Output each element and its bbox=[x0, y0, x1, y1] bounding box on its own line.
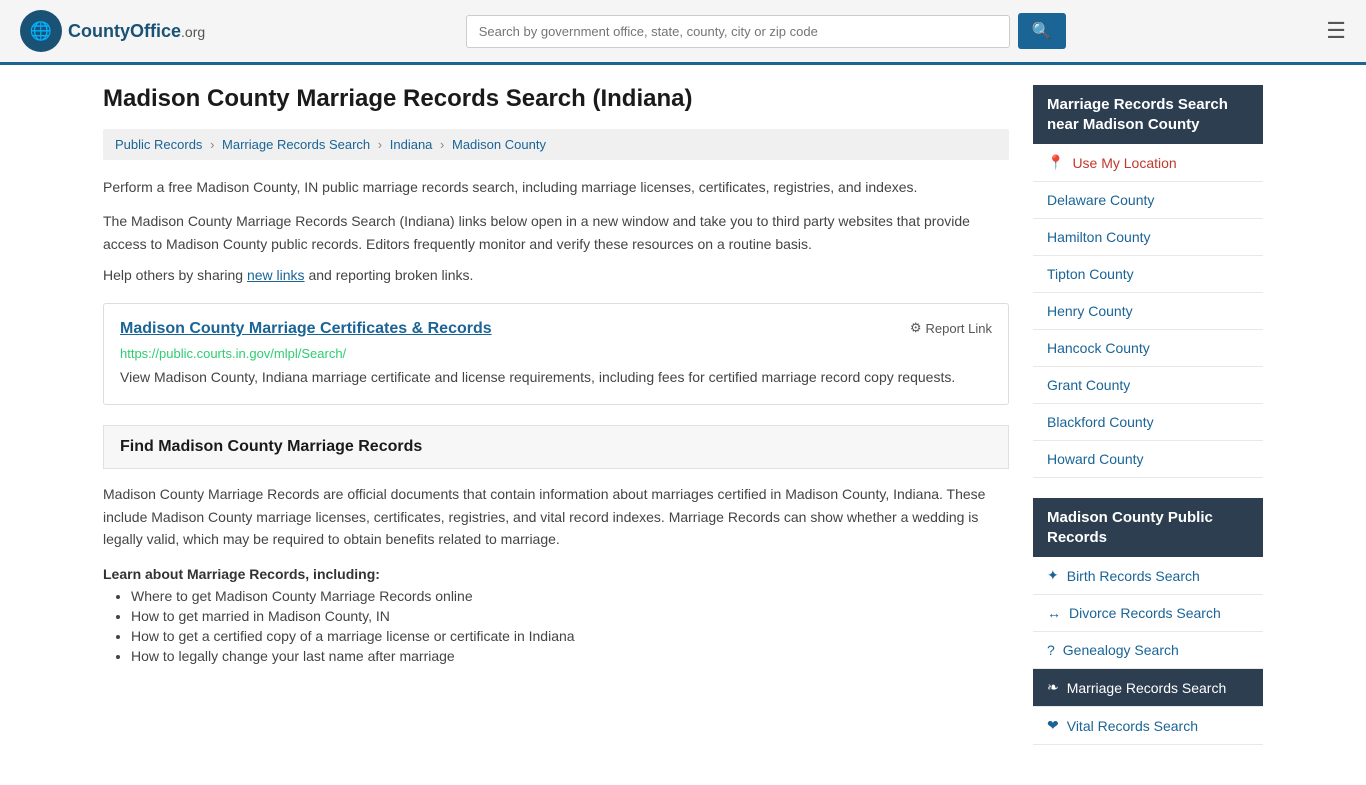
new-links[interactable]: new links bbox=[247, 267, 305, 283]
content-area: Madison County Marriage Records Search (… bbox=[103, 85, 1009, 765]
sidebar-item-hancock[interactable]: Hancock County bbox=[1033, 330, 1263, 367]
page-title: Madison County Marriage Records Search (… bbox=[103, 85, 1009, 113]
site-header: 🌐 CountyOffice.org 🔍 ☰ bbox=[0, 0, 1366, 65]
use-my-location[interactable]: 📍 Use My Location bbox=[1033, 144, 1263, 182]
logo-text: CountyOffice.org bbox=[68, 21, 205, 42]
sidebar-genealogy[interactable]: ? Genealogy Search bbox=[1033, 632, 1263, 669]
breadcrumb-public-records[interactable]: Public Records bbox=[115, 137, 202, 152]
location-icon: 📍 bbox=[1047, 154, 1064, 171]
description-1: Perform a free Madison County, IN public… bbox=[103, 176, 1009, 198]
nearby-header: Marriage Records Search near Madison Cou… bbox=[1033, 85, 1263, 144]
list-item: How to legally change your last name aft… bbox=[131, 648, 1009, 664]
search-input[interactable] bbox=[466, 15, 1010, 48]
sidebar-item-grant[interactable]: Grant County bbox=[1033, 367, 1263, 404]
list-item: Where to get Madison County Marriage Rec… bbox=[131, 588, 1009, 604]
report-link[interactable]: ⚙ Report Link bbox=[910, 320, 992, 336]
nearby-section: Marriage Records Search near Madison Cou… bbox=[1033, 85, 1263, 478]
record-title[interactable]: Madison County Marriage Certificates & R… bbox=[120, 320, 492, 338]
record-url[interactable]: https://public.courts.in.gov/mlpl/Search… bbox=[120, 346, 992, 361]
report-icon: ⚙ bbox=[910, 320, 922, 336]
sidebar-item-henry[interactable]: Henry County bbox=[1033, 293, 1263, 330]
learn-list: Where to get Madison County Marriage Rec… bbox=[103, 588, 1009, 664]
search-button[interactable]: 🔍 bbox=[1018, 13, 1066, 49]
public-records-section: Madison County Public Records ✦ Birth Re… bbox=[1033, 498, 1263, 745]
sidebar-item-hamilton[interactable]: Hamilton County bbox=[1033, 219, 1263, 256]
learn-title: Learn about Marriage Records, including: bbox=[103, 566, 1009, 582]
marriage-icon: ❧ bbox=[1047, 679, 1059, 696]
sidebar-item-delaware[interactable]: Delaware County bbox=[1033, 182, 1263, 219]
record-description: View Madison County, Indiana marriage ce… bbox=[120, 367, 992, 388]
breadcrumb-madison-county[interactable]: Madison County bbox=[452, 137, 546, 152]
birth-icon: ✦ bbox=[1047, 567, 1059, 584]
logo-area[interactable]: 🌐 CountyOffice.org bbox=[20, 10, 205, 52]
find-section: Find Madison County Marriage Records bbox=[103, 425, 1009, 469]
list-item: How to get a certified copy of a marriag… bbox=[131, 628, 1009, 644]
find-section-body: Madison County Marriage Records are offi… bbox=[103, 483, 1009, 550]
sidebar-vital-records[interactable]: ❤ Vital Records Search bbox=[1033, 707, 1263, 745]
sidebar-item-blackford[interactable]: Blackford County bbox=[1033, 404, 1263, 441]
logo-icon: 🌐 bbox=[20, 10, 62, 52]
sidebar-marriage-records[interactable]: ❧ Marriage Records Search bbox=[1033, 669, 1263, 707]
sidebar: Marriage Records Search near Madison Cou… bbox=[1033, 85, 1263, 765]
divorce-icon: ↔ bbox=[1047, 605, 1061, 621]
main-container: Madison County Marriage Records Search (… bbox=[83, 65, 1283, 785]
breadcrumb-indiana[interactable]: Indiana bbox=[390, 137, 433, 152]
find-section-title: Find Madison County Marriage Records bbox=[120, 438, 992, 456]
breadcrumb-marriage-records[interactable]: Marriage Records Search bbox=[222, 137, 370, 152]
header-right: ☰ bbox=[1326, 20, 1346, 42]
public-records-header: Madison County Public Records bbox=[1033, 498, 1263, 557]
sidebar-item-howard[interactable]: Howard County bbox=[1033, 441, 1263, 478]
description-2: The Madison County Marriage Records Sear… bbox=[103, 210, 1009, 255]
genealogy-icon: ? bbox=[1047, 642, 1055, 658]
use-location-label: Use My Location bbox=[1072, 155, 1176, 171]
record-card-header: Madison County Marriage Certificates & R… bbox=[120, 320, 992, 338]
search-area: 🔍 bbox=[466, 13, 1066, 49]
learn-section: Learn about Marriage Records, including:… bbox=[103, 566, 1009, 664]
sidebar-item-tipton[interactable]: Tipton County bbox=[1033, 256, 1263, 293]
list-item: How to get married in Madison County, IN bbox=[131, 608, 1009, 624]
record-card: Madison County Marriage Certificates & R… bbox=[103, 303, 1009, 405]
help-text: Help others by sharing new links and rep… bbox=[103, 267, 1009, 283]
breadcrumb: Public Records › Marriage Records Search… bbox=[103, 129, 1009, 160]
menu-button[interactable]: ☰ bbox=[1326, 20, 1346, 42]
vital-icon: ❤ bbox=[1047, 717, 1059, 734]
sidebar-birth-records[interactable]: ✦ Birth Records Search bbox=[1033, 557, 1263, 595]
sidebar-divorce-records[interactable]: ↔ Divorce Records Search bbox=[1033, 595, 1263, 632]
